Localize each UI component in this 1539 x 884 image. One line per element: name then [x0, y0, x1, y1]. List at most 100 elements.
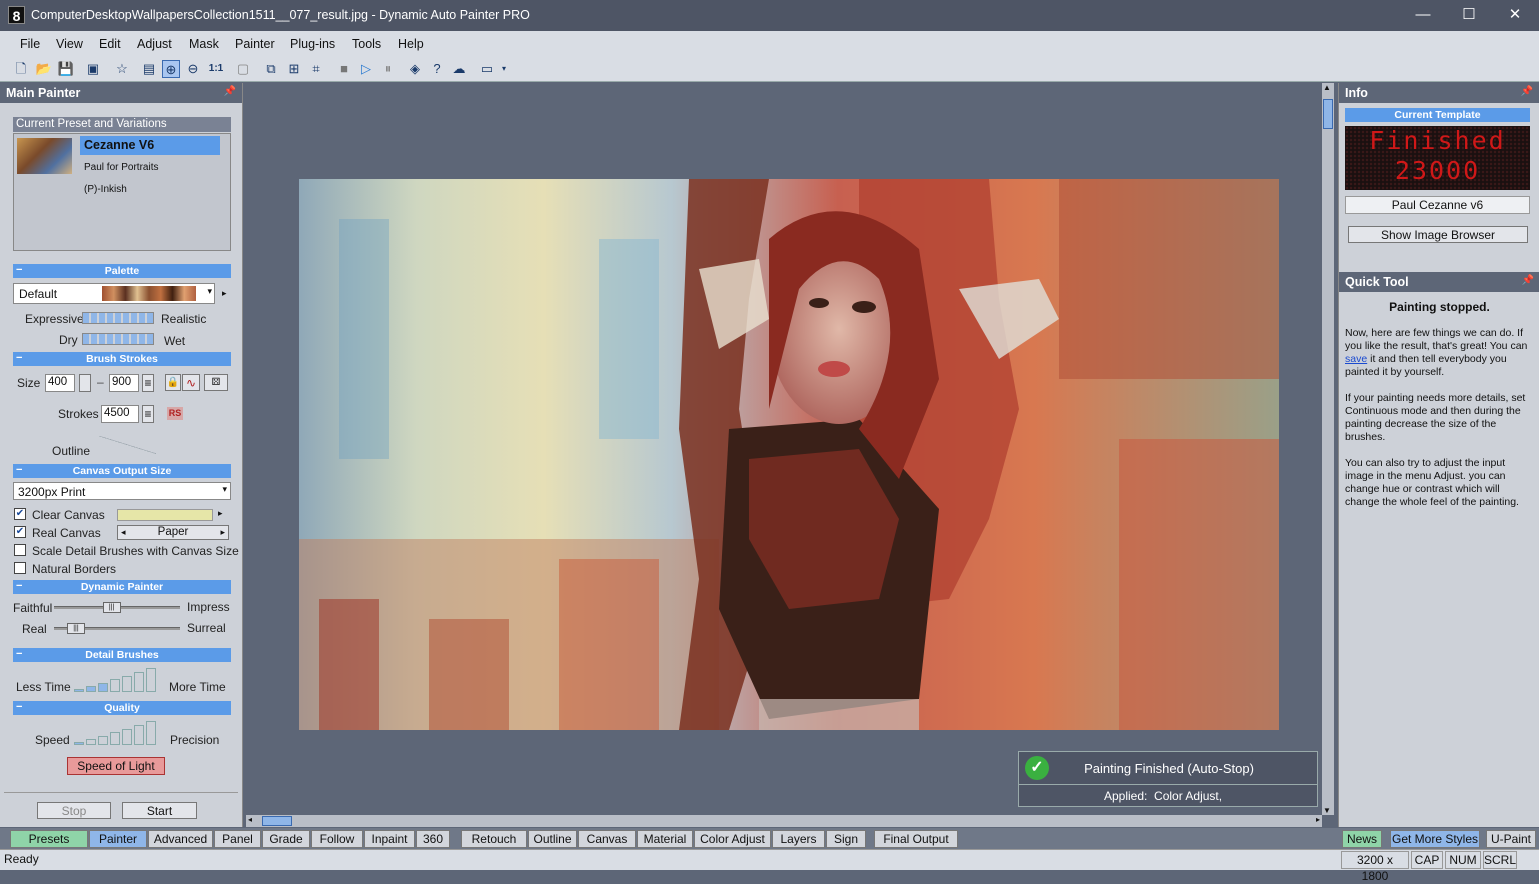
zoom-1to1-button[interactable]: 1:1 [207, 60, 225, 78]
vertical-scroll-thumb[interactable] [1323, 99, 1333, 129]
compare-view-icon[interactable]: ⊞ [285, 60, 303, 78]
dice-icon[interactable]: ⚄ [204, 374, 228, 391]
menu-file[interactable]: File [20, 37, 40, 51]
expressive-realistic-slider[interactable] [82, 312, 154, 324]
preset-item[interactable]: Paul for Portraits [80, 158, 220, 177]
strokes-input[interactable]: 4500 [101, 405, 139, 423]
menu-edit[interactable]: Edit [99, 37, 121, 51]
brush-strokes-section-header[interactable]: − Brush Strokes [13, 352, 231, 366]
dry-wet-slider[interactable] [82, 333, 154, 345]
dynamic-painter-section-header[interactable]: − Dynamic Painter [13, 580, 231, 594]
save-as-icon[interactable]: ▣ [84, 60, 102, 78]
horizontal-scrollbar[interactable]: ◂ ▸ [246, 815, 1322, 827]
pin-icon[interactable]: 📌 [1522, 275, 1534, 286]
play-icon[interactable]: ▷ [357, 60, 375, 78]
layers-icon[interactable]: ◈ [406, 60, 424, 78]
scroll-left-icon[interactable]: ◂ [248, 815, 252, 824]
get-more-styles-button[interactable]: Get More Styles [1390, 830, 1480, 848]
size-max-spinner[interactable]: ≡ [142, 374, 154, 392]
scale-detail-checkbox[interactable] [14, 544, 26, 556]
tab-advanced[interactable]: Advanced [148, 830, 213, 848]
tab-inpaint[interactable]: Inpaint [364, 830, 415, 848]
outline-level-control[interactable] [98, 436, 156, 454]
crop-icon[interactable]: ⌗ [307, 60, 325, 78]
start-button[interactable]: Start [122, 802, 197, 819]
color-next-icon[interactable]: ▸ [218, 508, 223, 519]
tab-material[interactable]: Material [637, 830, 693, 848]
rs-button[interactable]: RS [167, 407, 183, 420]
menu-view[interactable]: View [56, 37, 83, 51]
split-view-icon[interactable]: ⧉ [262, 60, 280, 78]
pin-icon[interactable]: 📌 [224, 86, 236, 97]
save-link[interactable]: save [1345, 353, 1367, 365]
horizontal-scroll-thumb[interactable] [262, 816, 292, 826]
real-canvas-checkbox[interactable]: ✔ [14, 526, 26, 538]
wave-icon[interactable]: ∿ [182, 374, 200, 391]
scroll-down-icon[interactable]: ▼ [1323, 806, 1331, 815]
palette-next-icon[interactable]: ▸ [222, 288, 227, 299]
tab-presets[interactable]: Presets [10, 830, 88, 848]
detail-brushes-section-header[interactable]: − Detail Brushes [13, 648, 231, 662]
menu-help[interactable]: Help [398, 37, 424, 51]
tab-360[interactable]: 360 [416, 830, 450, 848]
clear-canvas-color[interactable] [117, 509, 213, 521]
zoom-out-icon[interactable]: ⊖ [184, 60, 202, 78]
help-icon[interactable]: ? [428, 60, 446, 78]
canvas-output-section-header[interactable]: − Canvas Output Size [13, 464, 231, 478]
pause-icon[interactable]: ⏸ [379, 60, 397, 78]
preset-item[interactable]: Cezanne V6 [80, 136, 220, 155]
image-compare-icon[interactable]: ▤ [140, 60, 158, 78]
size-min-spinner[interactable] [79, 374, 91, 392]
stop-button[interactable]: Stop [37, 802, 111, 819]
tab-grade[interactable]: Grade [262, 830, 310, 848]
menu-tools[interactable]: Tools [352, 37, 381, 51]
tab-final-output[interactable]: Final Output [874, 830, 958, 848]
fullscreen-icon[interactable]: ▭ [478, 60, 496, 78]
detail-level-control[interactable] [74, 668, 158, 692]
speed-of-light-button[interactable]: Speed of Light [67, 757, 165, 775]
tab-retouch[interactable]: Retouch [461, 830, 527, 848]
quality-section-header[interactable]: − Quality [13, 701, 231, 715]
zoom-in-icon[interactable]: ⊕ [162, 60, 180, 78]
tab-sign[interactable]: Sign [826, 830, 866, 848]
real-surreal-thumb[interactable]: ||| [66, 623, 85, 634]
size-max-input[interactable]: 900 [109, 374, 139, 392]
tab-follow[interactable]: Follow [311, 830, 363, 848]
new-file-icon[interactable]: 🗋 [12, 60, 30, 78]
size-min-input[interactable]: 400 [45, 374, 75, 392]
star-icon[interactable]: ☆ [113, 60, 131, 78]
tab-painter[interactable]: Painter [89, 830, 147, 848]
natural-borders-checkbox[interactable] [14, 562, 26, 574]
u-paint-button[interactable]: U-Paint [1486, 830, 1536, 848]
minimize-button[interactable]: — [1400, 0, 1446, 31]
palette-select[interactable]: Default ▾ [13, 283, 215, 304]
tab-outline[interactable]: Outline [528, 830, 577, 848]
menu-plugins[interactable]: Plug-ins [290, 37, 335, 51]
menu-adjust[interactable]: Adjust [137, 37, 172, 51]
menu-mask[interactable]: Mask [189, 37, 219, 51]
save-icon[interactable]: 💾 [57, 60, 75, 78]
stop-icon[interactable]: ■ [335, 60, 353, 78]
news-button[interactable]: News [1342, 830, 1382, 848]
palette-section-header[interactable]: − Palette [13, 264, 231, 278]
preset-item[interactable]: (P)-Inkish [80, 180, 220, 199]
faithful-impress-thumb[interactable]: ||| [102, 602, 121, 613]
toolbar-more-icon[interactable]: ▾ [499, 60, 509, 78]
painting-canvas[interactable] [299, 179, 1279, 730]
tab-color-adjust[interactable]: Color Adjust [694, 830, 771, 848]
cloud-upload-icon[interactable]: ☁ [450, 60, 468, 78]
show-image-browser-button[interactable]: Show Image Browser [1348, 226, 1528, 243]
open-folder-icon[interactable]: 📂 [35, 60, 53, 78]
tab-layers[interactable]: Layers [772, 830, 825, 848]
menu-painter[interactable]: Painter [235, 37, 275, 51]
canvas-size-select[interactable]: 3200px Print ▾ [13, 482, 231, 500]
strokes-spinner[interactable]: ≡ [142, 405, 154, 423]
clear-canvas-checkbox[interactable]: ✔ [14, 508, 26, 520]
fit-icon[interactable]: ▢ [234, 60, 252, 78]
scroll-right-icon[interactable]: ▸ [1316, 815, 1320, 824]
close-button[interactable]: ✕ [1492, 0, 1538, 31]
vertical-scrollbar[interactable]: ▲ ▼ [1322, 83, 1334, 815]
scroll-up-icon[interactable]: ▲ [1323, 83, 1331, 92]
tab-panel[interactable]: Panel [214, 830, 261, 848]
pin-icon[interactable]: 📌 [1521, 86, 1533, 97]
